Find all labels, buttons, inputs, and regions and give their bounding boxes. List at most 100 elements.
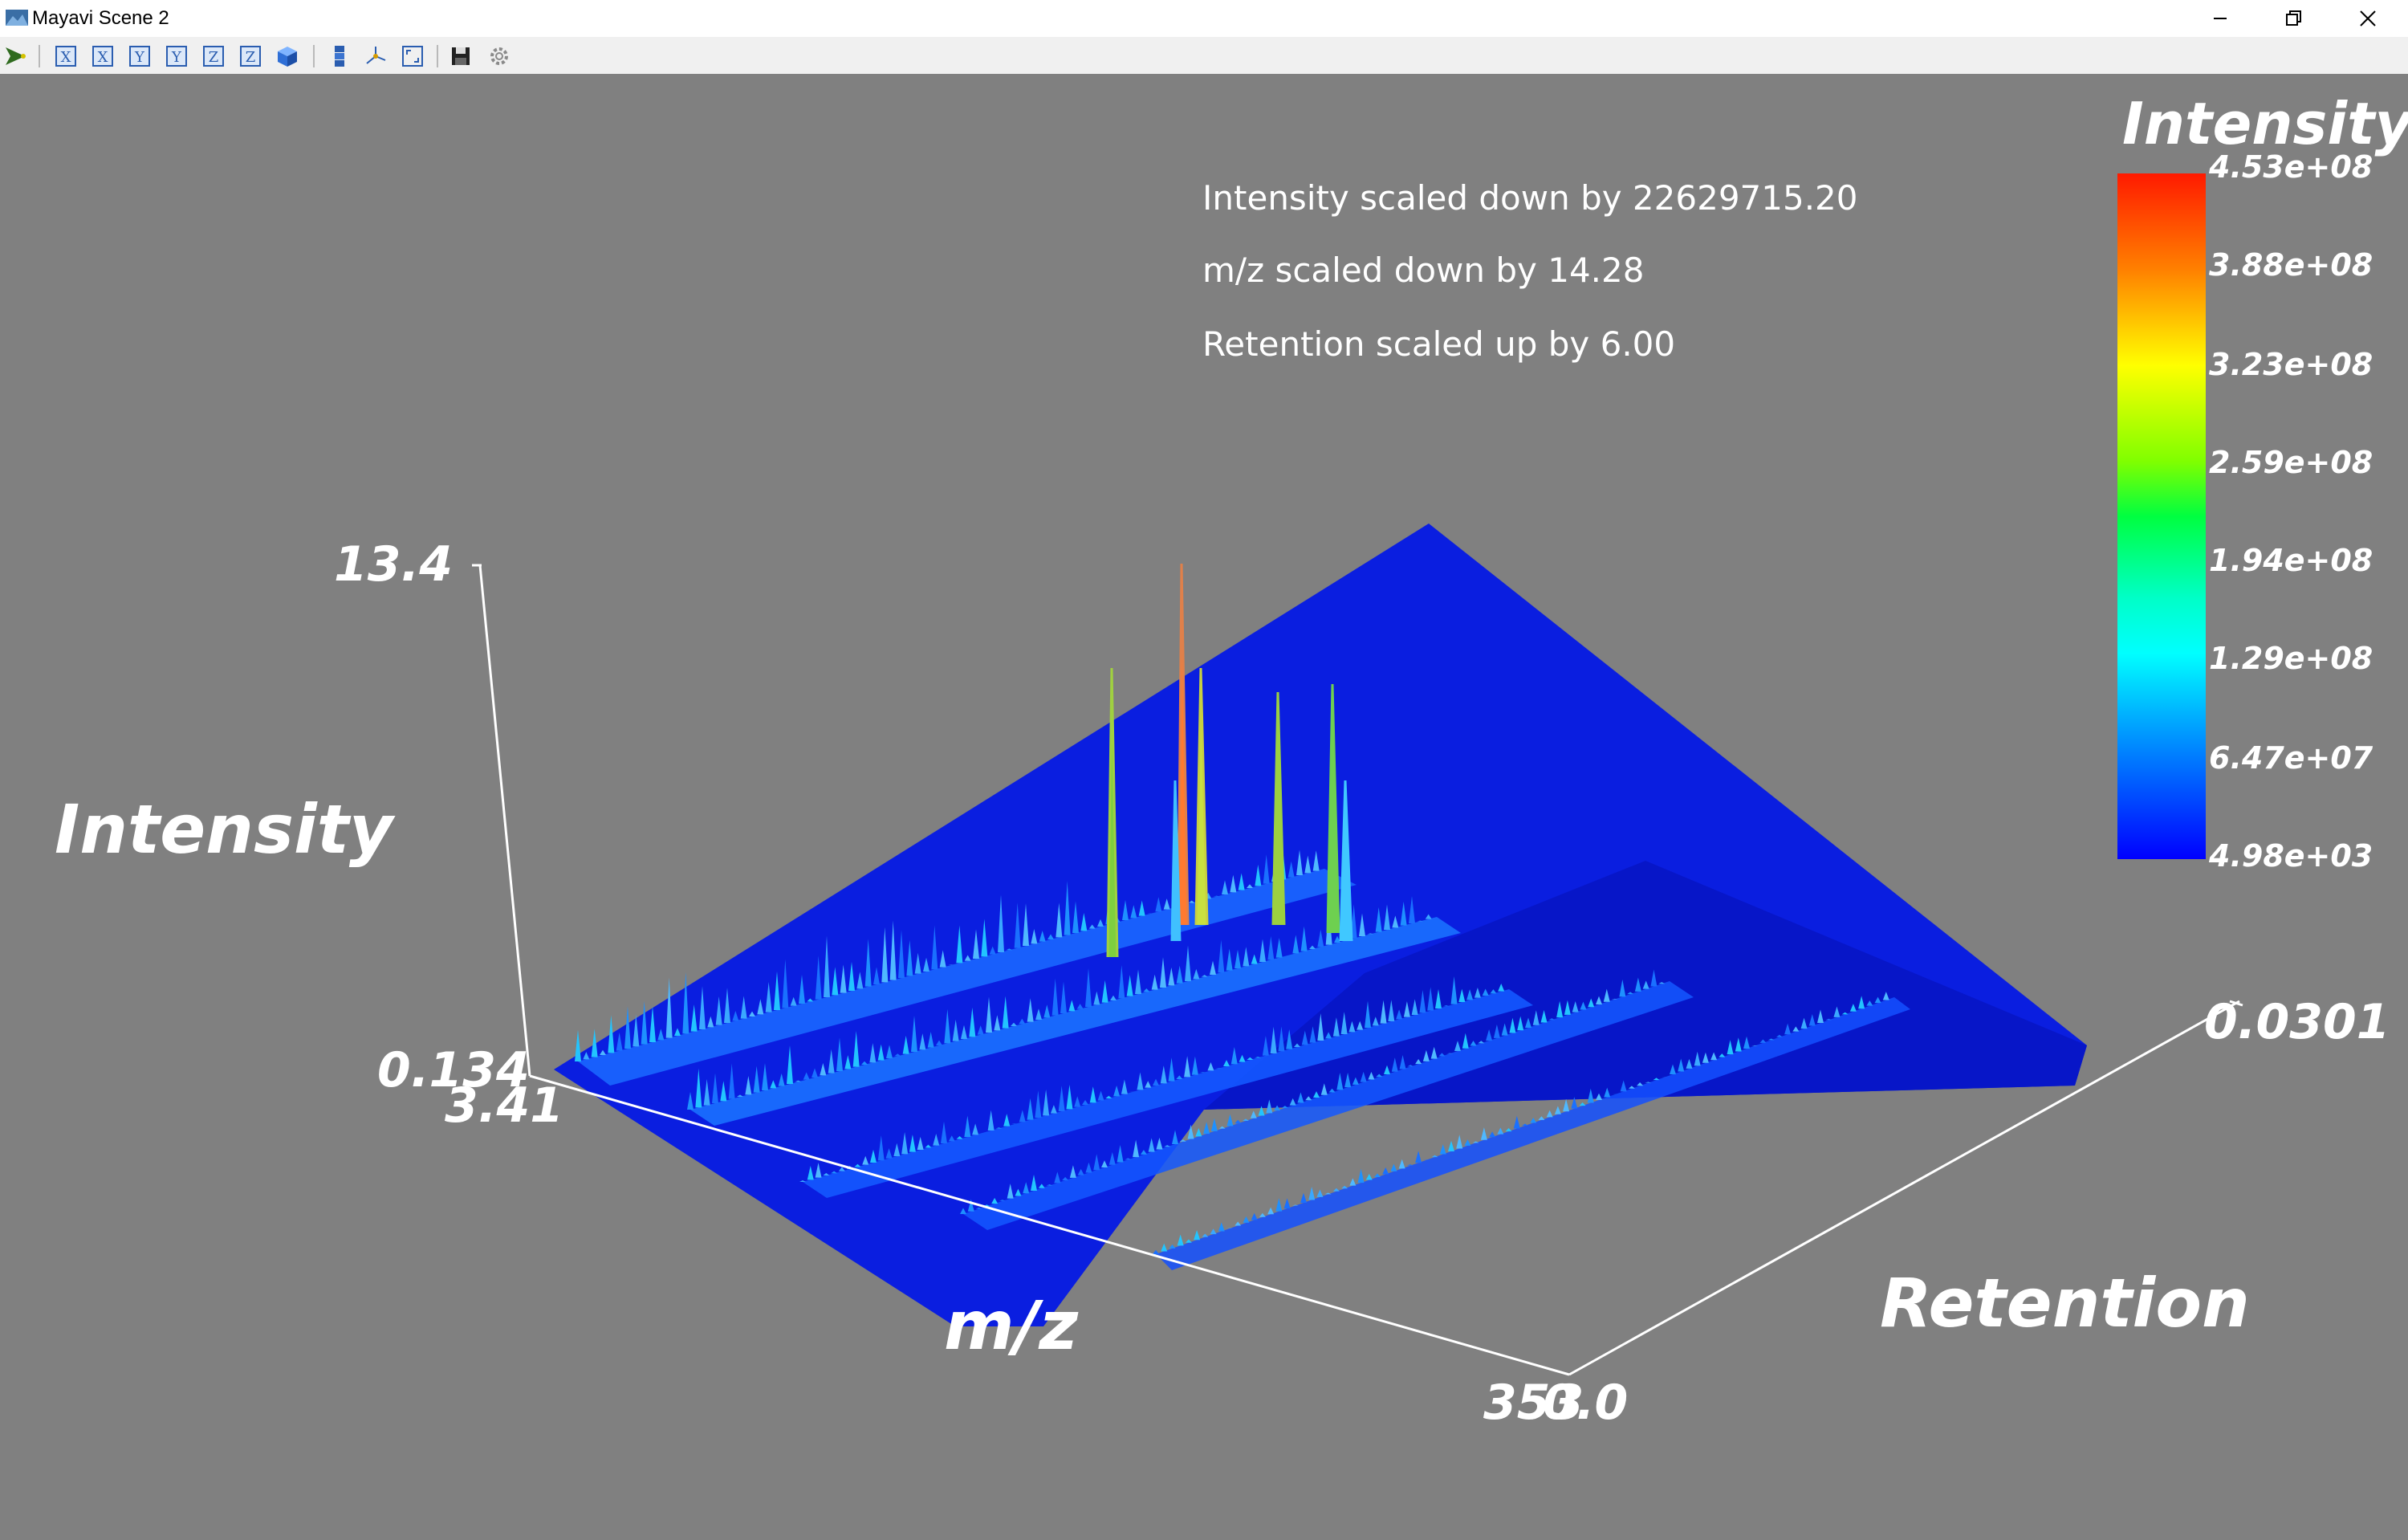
noise-peak <box>1194 1230 1201 1241</box>
intensity-scale-note: Intensity scaled down by 22629715.20 <box>1202 178 1858 218</box>
colorbar-tick-label: 1.94e+08 <box>2209 543 2373 578</box>
gear-icon <box>490 47 508 65</box>
noise-peak <box>1530 1118 1537 1123</box>
view-x-minus-button[interactable]: X <box>90 43 116 69</box>
colorbar-tick-label: 2.59e+08 <box>2209 445 2373 480</box>
retention-max-tick: 0.0301 <box>2204 994 2390 1050</box>
noise-peak <box>1283 1198 1291 1209</box>
noise-peak <box>1513 1115 1520 1129</box>
save-icon <box>452 47 470 65</box>
isometric-cube-icon <box>278 47 297 67</box>
noise-peak <box>1497 1127 1504 1135</box>
mz-scale-note: m/z scaled down by 14.28 <box>1202 251 1645 290</box>
view-y-minus-icon: Y <box>166 46 187 67</box>
noise-peak <box>1250 1110 1257 1118</box>
view-z-minus-icon: Z <box>240 46 261 67</box>
axes-indicator-button[interactable] <box>363 43 388 69</box>
noise-peak <box>1439 1144 1446 1155</box>
full-screen-button[interactable] <box>400 43 425 69</box>
mz-axis-title: m/z <box>944 1286 1079 1365</box>
svg-text:Z: Z <box>209 49 219 66</box>
noise-peak <box>1169 1244 1176 1249</box>
mayavi-pipeline-button[interactable] <box>3 43 29 69</box>
noise-peak <box>1365 1174 1373 1180</box>
noise-peak <box>1161 1243 1168 1252</box>
noise-peak <box>1563 1098 1570 1112</box>
colorbar-tick-label: 6.47e+07 <box>2209 740 2373 776</box>
view-x-plus-button[interactable]: X <box>53 43 79 69</box>
restore-button[interactable] <box>2257 0 2331 37</box>
noise-peak <box>1489 1131 1496 1138</box>
colorbar-tick-label: 4.98e+03 <box>2209 838 2373 874</box>
colorbar-tick-label: 4.53e+08 <box>2209 149 2373 185</box>
render-viewport[interactable]: Intensity scaled down by 22629715.20 m/z… <box>0 74 2408 1540</box>
noise-peak <box>1505 1128 1512 1132</box>
noise-peak <box>1522 1123 1528 1126</box>
minimize-icon <box>2214 18 2227 19</box>
svg-text:Y: Y <box>171 49 182 66</box>
toolbar-separator <box>313 45 315 67</box>
noise-peak <box>1357 1168 1365 1184</box>
view-y-plus-button[interactable]: Y <box>127 43 153 69</box>
noise-peak <box>1316 1189 1324 1197</box>
svg-text:Y: Y <box>134 49 145 66</box>
noise-peak <box>1218 1126 1226 1129</box>
noise-peak <box>1382 1167 1389 1175</box>
parallel-projection-icon <box>335 46 344 67</box>
view-z-plus-button[interactable]: Z <box>201 43 226 69</box>
scene-settings-button[interactable] <box>486 43 512 69</box>
noise-peak <box>1464 1139 1471 1146</box>
retention-axis-title: Retention <box>1880 1264 2250 1342</box>
noise-peak <box>1218 1222 1225 1232</box>
noise-peak <box>575 1029 581 1061</box>
view-z-minus-button[interactable]: Z <box>238 43 263 69</box>
toolbar-separator <box>437 45 438 67</box>
view-y-plus-icon: Y <box>129 46 150 67</box>
noise-peak <box>1390 1163 1397 1171</box>
restore-icon <box>2286 10 2301 26</box>
colorbar-tick-label: 3.23e+08 <box>2209 347 2373 382</box>
noise-peak <box>1300 1192 1307 1203</box>
close-button[interactable] <box>2331 0 2405 37</box>
noise-peak <box>1243 1216 1250 1223</box>
colorbar-gradient <box>2117 173 2206 859</box>
mayavi-app-icon <box>6 10 28 26</box>
axes-indicator-icon <box>366 47 386 64</box>
scene-toolbar: X X Y Y Z Z <box>0 37 2408 75</box>
minimize-button[interactable] <box>2183 0 2257 37</box>
colorbar-title: Intensity <box>2122 90 2408 157</box>
view-y-minus-button[interactable]: Y <box>164 43 189 69</box>
view-x-minus-icon: X <box>92 46 113 67</box>
noise-peak <box>1203 1122 1210 1135</box>
noise-peak <box>1153 1249 1159 1254</box>
noise-peak <box>1480 1127 1487 1140</box>
noise-peak <box>1251 1212 1258 1220</box>
intensity-axis-title: Intensity <box>55 790 393 869</box>
parallel-projection-button[interactable] <box>326 43 352 69</box>
noise-peak <box>1341 1185 1348 1189</box>
retention-scale-note: Retention scaled up by 6.00 <box>1202 324 1676 364</box>
svg-text:Z: Z <box>246 49 256 66</box>
noise-peak <box>1177 1234 1184 1246</box>
noise-peak <box>1210 1118 1218 1131</box>
isometric-view-button[interactable] <box>275 43 300 69</box>
view-x-plus-icon: X <box>55 46 76 67</box>
save-scene-button[interactable] <box>448 43 474 69</box>
intensity-max-tick: 13.4 <box>334 536 454 593</box>
svg-text:X: X <box>98 49 108 66</box>
window-titlebar: Mayavi Scene 2 <box>0 0 2408 37</box>
noise-peak <box>1398 1159 1405 1169</box>
noise-peak <box>1431 1155 1438 1158</box>
retention-min-tick: 0.0 <box>1543 1375 1629 1431</box>
view-z-plus-icon: Z <box>203 46 224 67</box>
noise-peak <box>1226 1114 1234 1126</box>
noise-peak <box>1448 1140 1454 1151</box>
noise-peak <box>1332 1188 1340 1192</box>
svg-text:X: X <box>61 49 71 66</box>
noise-peak <box>1456 1135 1463 1149</box>
close-icon <box>2360 10 2376 26</box>
mayavi-pipeline-icon <box>6 47 26 65</box>
noise-peak <box>1374 1173 1381 1177</box>
noise-peak <box>1554 1106 1561 1114</box>
noise-peak <box>1546 1110 1553 1118</box>
